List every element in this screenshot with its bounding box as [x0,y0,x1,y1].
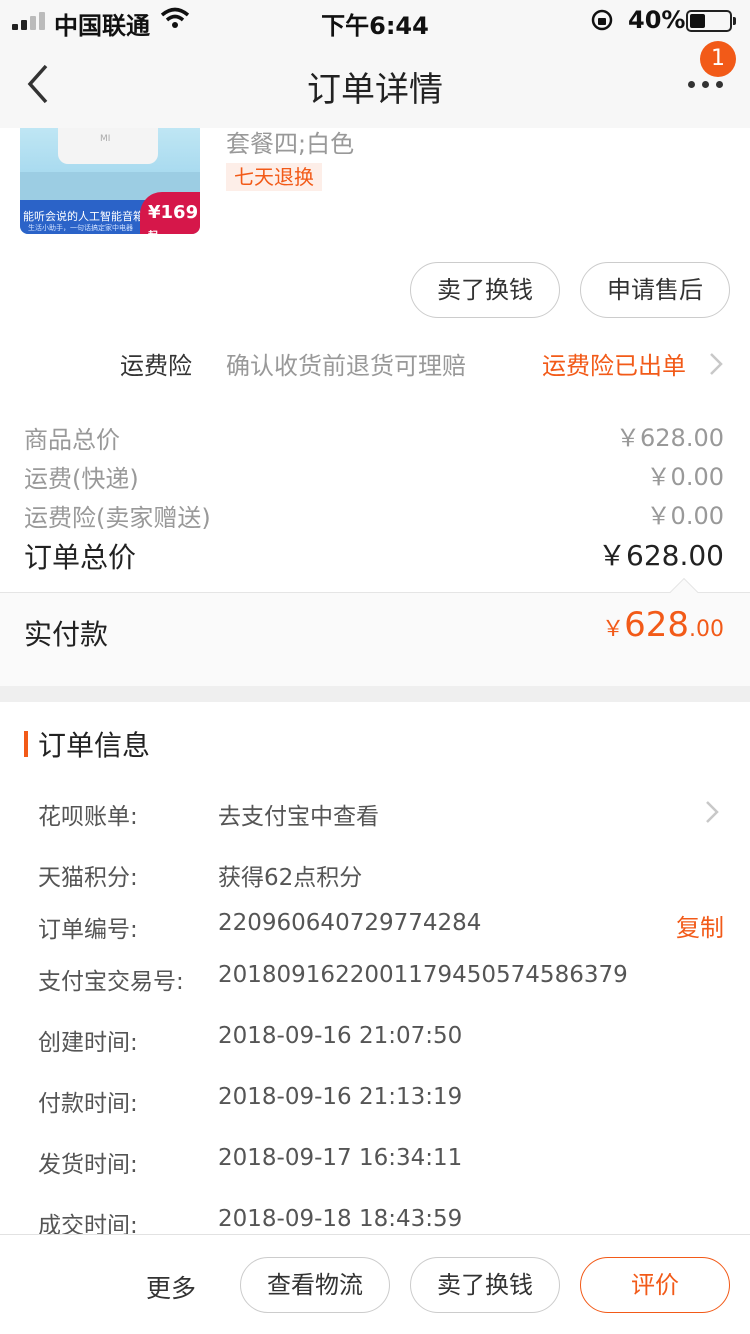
brand-logo: MI [100,134,111,144]
info-value: 2018-09-16 21:07:50 [218,1023,463,1049]
battery-icon [686,10,736,32]
notification-badge: 1 [700,41,736,77]
copy-button[interactable]: 复制 [676,908,724,943]
info-label: 支付宝交易号: [38,969,184,995]
goods-total-value: ￥628.00 [616,424,724,452]
more-button[interactable]: 更多 [146,1269,196,1305]
chevron-right-icon [706,801,719,823]
info-label: 创建时间: [38,1030,138,1056]
info-value: 获得62点积分 [218,865,363,891]
info-value: 2018-09-17 16:34:11 [218,1145,463,1171]
review-button[interactable]: 评价 [580,1257,730,1313]
shipping-value: ￥0.00 [646,463,724,491]
insurance-status: 运费险已出单 [542,352,686,380]
after-sale-button[interactable]: 申请售后 [580,262,730,318]
bottom-action-bar: 更多 查看物流 卖了换钱 评价 [0,1234,750,1334]
promo-text: 能听会说的人工智能音箱 [23,210,144,223]
info-value: 去支付宝中查看 [218,804,379,830]
paid-amount-box: 实付款 ￥628.00 [0,577,750,686]
info-label: 订单编号: [38,917,138,943]
paid-value: ￥628.00 [602,605,724,645]
order-info-title: 订单信息 [38,729,151,762]
rotation-lock-icon [591,9,613,31]
nav-bar: 订单详情 1 [0,40,750,128]
promo-price: ¥169起 [140,192,200,234]
order-number: 220960640729774284 [218,910,482,936]
alipay-trade-number: 2018091622001179450574586379 [218,962,628,988]
shipping-insurance-label: 运费险(卖家赠送) [24,504,211,532]
sell-button[interactable]: 卖了换钱 [410,262,560,318]
section-divider [0,686,750,702]
insurance-label: 运费险 [120,352,192,380]
chevron-right-icon [710,353,723,375]
page-title: 订单详情 [307,70,443,110]
shipping-label: 运费(快递) [24,465,139,493]
return-policy-tag: 七天退换 [226,163,322,191]
view-logistics-button[interactable]: 查看物流 [240,1257,390,1313]
order-total-value: ￥628.00 [598,539,724,572]
info-value: 2018-09-16 21:13:19 [218,1084,463,1110]
info-value: 2018-09-18 18:43:59 [218,1206,463,1232]
section-accent-bar [24,731,28,757]
promo-subtext: 生活小助手，一句话搞定家中电器 [28,224,133,232]
shipping-insurance-value: ￥0.00 [646,502,724,530]
order-total-label: 订单总价 [24,541,137,574]
status-bar: 中国联通 下午6:44 40% [0,0,750,40]
battery-percentage: 40% [628,6,686,34]
sell-button-bottom[interactable]: 卖了换钱 [410,1257,560,1313]
goods-total-label: 商品总价 [24,426,120,454]
info-label: 天猫积分: [38,865,138,891]
speaker-image: MI [58,128,158,164]
info-label: 付款时间: [38,1091,138,1117]
paid-label: 实付款 [24,618,109,651]
product-image[interactable]: MI 能听会说的人工智能音箱 生活小助手，一句话搞定家中电器 ¥169起 [20,128,200,234]
info-label: 发货时间: [38,1152,138,1178]
product-sku: 套餐四;白色 [226,130,355,158]
insurance-desc: 确认收货前退货可理赔 [226,352,466,380]
info-label: 花呗账单: [38,804,138,830]
